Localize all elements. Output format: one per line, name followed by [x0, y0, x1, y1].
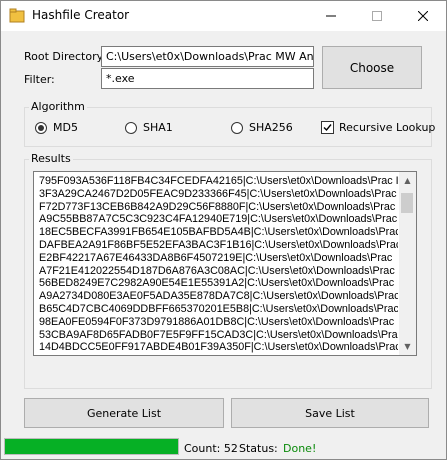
choose-button[interactable]: Choose: [322, 46, 422, 89]
results-content: 795F093A536F118FB4C34FCEDFA42165|C:\User…: [39, 175, 398, 354]
root-directory-field[interactable]: C:\Users\et0x\Downloads\Prac MW Analy: [101, 46, 314, 67]
results-line: 18EC5BECFA3991FB654E105BAFBD5A4B|C:\User…: [39, 226, 398, 239]
filter-label: Filter:: [24, 73, 55, 86]
status-label: Status:: [239, 442, 278, 455]
results-line: 53CBA9AF8D65FADB0F7E5F9FF15CAD3C|C:\User…: [39, 328, 398, 341]
recursive-lookup-checkbox[interactable]: Recursive Lookup: [321, 121, 435, 134]
close-button[interactable]: [400, 1, 446, 31]
sha256-radio[interactable]: SHA256: [231, 121, 293, 134]
algorithm-group-label: Algorithm: [29, 100, 87, 113]
minimize-icon: [326, 15, 336, 17]
checkmark-icon: [321, 121, 334, 134]
maximize-icon: [372, 11, 382, 21]
results-textarea[interactable]: 795F093A536F118FB4C34FCEDFA42165|C:\User…: [33, 171, 417, 356]
window-title: Hashfile Creator: [32, 8, 130, 22]
save-list-button[interactable]: Save List: [231, 398, 429, 428]
app-icon: [9, 8, 25, 23]
minimize-button[interactable]: [308, 1, 354, 31]
maximize-button[interactable]: [354, 1, 400, 31]
results-line: 14D4BDCC5E0FF917ABDE4B01F39A350F|C:\User…: [39, 341, 398, 354]
radio-unselected-icon: [231, 121, 243, 134]
progress-fill: [5, 439, 178, 454]
sha1-label: SHA1: [143, 121, 173, 134]
results-line: A7F21E412022554D187D6A876A3C08AC|C:\User…: [39, 264, 395, 277]
root-directory-label: Root Directory:: [24, 50, 107, 63]
md5-label: MD5: [53, 121, 78, 134]
results-line: A9A2734D080E3AE0F5ADA35E878DA7C8|C:\User…: [39, 290, 398, 303]
generate-list-button[interactable]: Generate List: [24, 398, 224, 428]
close-icon: [418, 11, 428, 21]
results-line: B65C4D7CBC4069DDBFF665370201E5B8|C:\User…: [39, 302, 398, 315]
results-line: 795F093A536F118FB4C34FCEDFA42165|C:\User…: [39, 175, 398, 187]
filter-field[interactable]: *.exe: [101, 68, 314, 89]
radio-selected-icon: [35, 121, 47, 134]
results-line: F72D773F13CEB6B842A9D29C56F8880F|C:\User…: [39, 200, 396, 213]
main-window: Hashfile Creator Root Directory: C:\User…: [0, 0, 447, 460]
scroll-thumb[interactable]: [401, 193, 413, 213]
results-line: 56BED8249E7C2982A90E54E1E55391A2|C:\User…: [39, 277, 395, 290]
progress-bar: [4, 438, 179, 455]
radio-unselected-icon: [125, 121, 137, 134]
results-line: DAFBEA2A91F86BF5E52EFA3BAC3F1B16|C:\User…: [39, 238, 398, 251]
sha1-radio[interactable]: SHA1: [125, 121, 173, 134]
scroll-down-icon[interactable]: ▼: [399, 338, 416, 355]
results-line: E2BF42217A67E46433DA8B6F4507219E|C:\User…: [39, 251, 393, 264]
results-line: 3F3A29CA2467D2D05FEAC9D233366F45|C:\User…: [39, 187, 397, 200]
results-group-label: Results: [29, 152, 73, 165]
results-line: A9C55BB87A7C5C3C923C4FA12940E719|C:\User…: [39, 213, 398, 226]
count-label: Count: 52: [184, 442, 238, 455]
results-line: 98EA0FE0594F0F373D9791886A01DB8C|C:\User…: [39, 315, 395, 328]
results-scrollbar[interactable]: ▲ ▼: [399, 172, 416, 355]
md5-radio[interactable]: MD5: [35, 121, 78, 134]
scroll-up-icon[interactable]: ▲: [399, 172, 416, 189]
title-bar[interactable]: Hashfile Creator: [1, 1, 446, 31]
recursive-lookup-label: Recursive Lookup: [339, 121, 436, 134]
sha256-label: SHA256: [249, 121, 293, 134]
status-value: Done!: [283, 442, 317, 455]
